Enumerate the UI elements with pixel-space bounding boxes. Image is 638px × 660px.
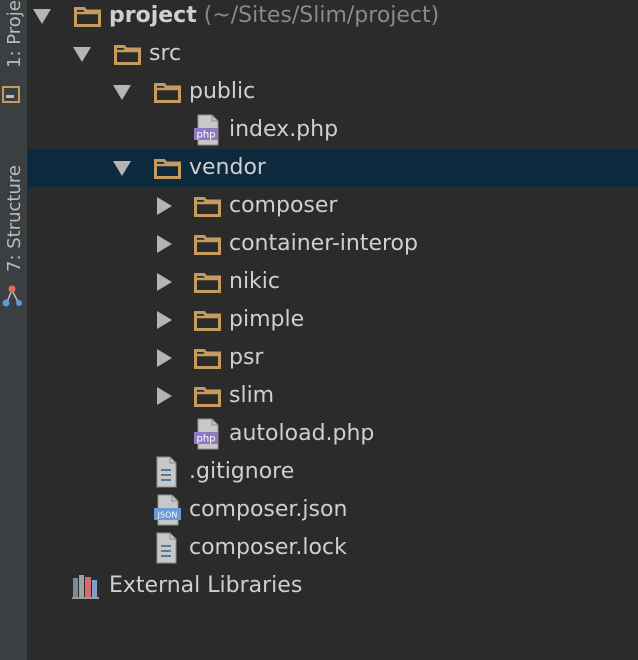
collapse-arrow-icon[interactable] bbox=[33, 9, 51, 24]
tree-row-project[interactable]: project (~/Sites/Slim/project) bbox=[28, 0, 638, 35]
folder-icon bbox=[194, 195, 221, 223]
project-tree[interactable]: project (~/Sites/Slim/project) src public p… bbox=[28, 0, 638, 660]
tree-row-psr[interactable]: psr bbox=[28, 339, 638, 377]
tree-item-name: container-interop bbox=[229, 231, 418, 256]
tree-item-name: psr bbox=[229, 345, 264, 370]
expand-arrow-icon[interactable] bbox=[157, 197, 172, 215]
libraries-icon bbox=[72, 573, 102, 605]
project-tool-icon bbox=[2, 86, 20, 103]
folder-icon bbox=[194, 233, 221, 261]
tree-row-label: nikic bbox=[229, 263, 280, 301]
project-tool-tab-label: 1: Project bbox=[4, 0, 25, 68]
tree-row-slim[interactable]: slim bbox=[28, 377, 638, 415]
tree-item-name: index.php bbox=[229, 117, 339, 142]
folder-icon bbox=[114, 43, 141, 71]
tree-row-public[interactable]: public bbox=[28, 73, 638, 111]
tool-window-stripe: 1: Project 7: Structure bbox=[0, 0, 28, 660]
tree-item-name: slim bbox=[229, 383, 275, 408]
tree-row-index-php[interactable]: php index.php bbox=[28, 111, 638, 149]
project-tool-tab[interactable]: 1: Project bbox=[0, 0, 27, 130]
tree-row-label: External Libraries bbox=[109, 567, 302, 605]
tree-item-name: src bbox=[149, 41, 182, 66]
structure-tool-tab-label: 7: Structure bbox=[4, 165, 25, 272]
tree-row-composer[interactable]: composer bbox=[28, 187, 638, 225]
project-path: (~/Sites/Slim/project) bbox=[196, 3, 440, 28]
tree-item-name: nikic bbox=[229, 269, 281, 294]
tree-row-pimple[interactable]: pimple bbox=[28, 301, 638, 339]
tree-item-name: composer.json bbox=[189, 497, 348, 522]
tree-row-vendor[interactable]: vendor bbox=[28, 149, 638, 187]
php-file-icon: php bbox=[194, 114, 222, 152]
tree-row-composer-json[interactable]: JSON composer.json bbox=[28, 491, 638, 529]
collapse-arrow-icon[interactable] bbox=[73, 47, 91, 62]
tree-item-name: composer bbox=[229, 193, 338, 218]
text-file-icon bbox=[154, 532, 178, 570]
tree-row-label: autoload.php bbox=[229, 415, 374, 453]
tree-row-label: vendor bbox=[189, 149, 266, 187]
tree-row-label: index.php bbox=[229, 111, 338, 149]
tree-row-label: pimple bbox=[229, 301, 304, 339]
tree-row-label: container-interop bbox=[229, 225, 418, 263]
tree-row-label: .gitignore bbox=[189, 453, 294, 491]
tree-item-name: autoload.php bbox=[229, 421, 375, 446]
tree-row-gitignore[interactable]: .gitignore bbox=[28, 453, 638, 491]
tree-row-container-interop[interactable]: container-interop bbox=[28, 225, 638, 263]
tree-row-src[interactable]: src bbox=[28, 35, 638, 73]
structure-tool-icon bbox=[2, 285, 22, 307]
tree-item-name: vendor bbox=[189, 155, 266, 180]
folder-icon bbox=[154, 157, 181, 185]
svg-text:JSON: JSON bbox=[157, 511, 178, 520]
tree-row-label: project (~/Sites/Slim/project) bbox=[109, 0, 439, 35]
tree-row-autoload-php[interactable]: php autoload.php bbox=[28, 415, 638, 453]
tree-row-label: composer.json bbox=[189, 491, 347, 529]
folder-icon bbox=[194, 309, 221, 337]
expand-arrow-icon[interactable] bbox=[157, 311, 172, 329]
structure-tool-tab[interactable]: 7: Structure bbox=[0, 140, 27, 280]
folder-icon bbox=[74, 5, 101, 33]
tree-item-name: pimple bbox=[229, 307, 305, 332]
collapse-arrow-icon[interactable] bbox=[113, 161, 131, 176]
tree-row-label: public bbox=[189, 73, 255, 111]
svg-text:php: php bbox=[196, 434, 215, 445]
tree-item-name: External Libraries bbox=[109, 573, 303, 598]
tree-item-name: .gitignore bbox=[189, 459, 295, 484]
tree-row-label: slim bbox=[229, 377, 274, 415]
folder-icon bbox=[194, 347, 221, 375]
tree-row-label: composer bbox=[229, 187, 337, 225]
expand-arrow-icon[interactable] bbox=[157, 349, 172, 367]
tree-item-name: composer.lock bbox=[189, 535, 347, 560]
text-file-icon bbox=[154, 456, 178, 494]
tree-item-name: public bbox=[189, 79, 256, 104]
svg-text:php: php bbox=[196, 130, 215, 141]
php-file-icon: php bbox=[194, 418, 222, 456]
tree-row-composer-lock[interactable]: composer.lock bbox=[28, 529, 638, 567]
tree-item-name: project bbox=[109, 3, 197, 28]
expand-arrow-icon[interactable] bbox=[157, 387, 172, 405]
tree-row-label: psr bbox=[229, 339, 263, 377]
folder-icon bbox=[154, 81, 181, 109]
folder-icon bbox=[194, 271, 221, 299]
tree-row-label: composer.lock bbox=[189, 529, 347, 567]
json-file-icon: JSON bbox=[154, 494, 182, 532]
collapse-arrow-icon[interactable] bbox=[113, 85, 131, 100]
folder-icon bbox=[194, 385, 221, 413]
tree-row-label: src bbox=[149, 35, 181, 73]
expand-arrow-icon[interactable] bbox=[157, 235, 172, 253]
tree-row-external-libraries[interactable]: External Libraries bbox=[28, 567, 638, 605]
tree-row-nikic[interactable]: nikic bbox=[28, 263, 638, 301]
expand-arrow-icon[interactable] bbox=[157, 273, 172, 291]
